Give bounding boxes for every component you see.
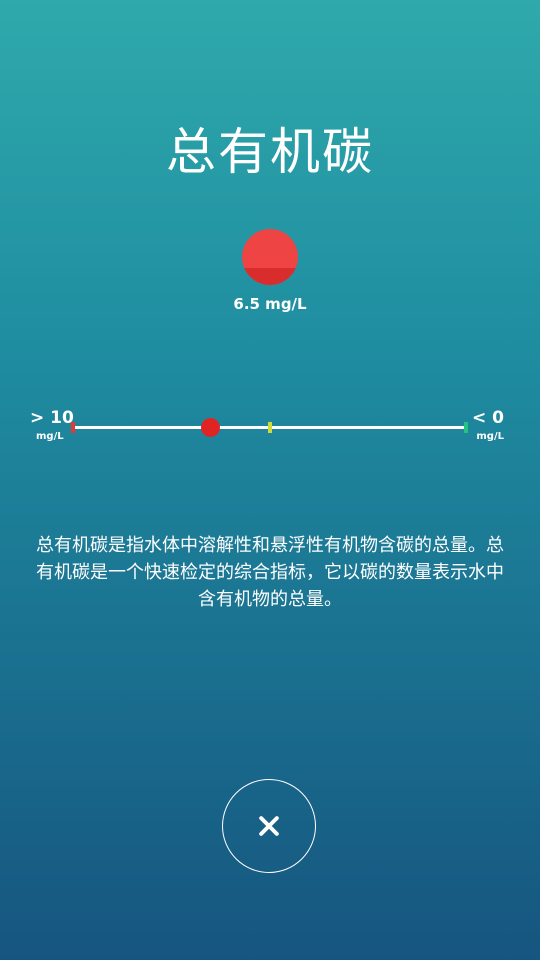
scale-marker <box>201 418 220 437</box>
scale-left-value: > 10 <box>30 408 74 428</box>
scale-left-unit: mg/L <box>36 431 64 442</box>
scale-right-value: < 0 <box>472 408 504 428</box>
close-button[interactable] <box>222 779 316 873</box>
scale-tick-low <box>464 422 468 433</box>
scale-tick-high <box>71 422 75 433</box>
status-indicator-shade <box>242 268 298 285</box>
scale-right-unit: mg/L <box>476 431 504 442</box>
close-icon[interactable] <box>223 780 315 872</box>
scale-tick-mid <box>268 422 272 433</box>
reading-value: 6.5 mg/L <box>233 295 307 313</box>
description-text: 总有机碳是指水体中溶解性和悬浮性有机物含碳的总量。总有机碳是一个快速检定的综合指… <box>36 535 504 610</box>
page-title: 总有机碳 <box>166 123 374 181</box>
status-indicator <box>242 229 298 285</box>
